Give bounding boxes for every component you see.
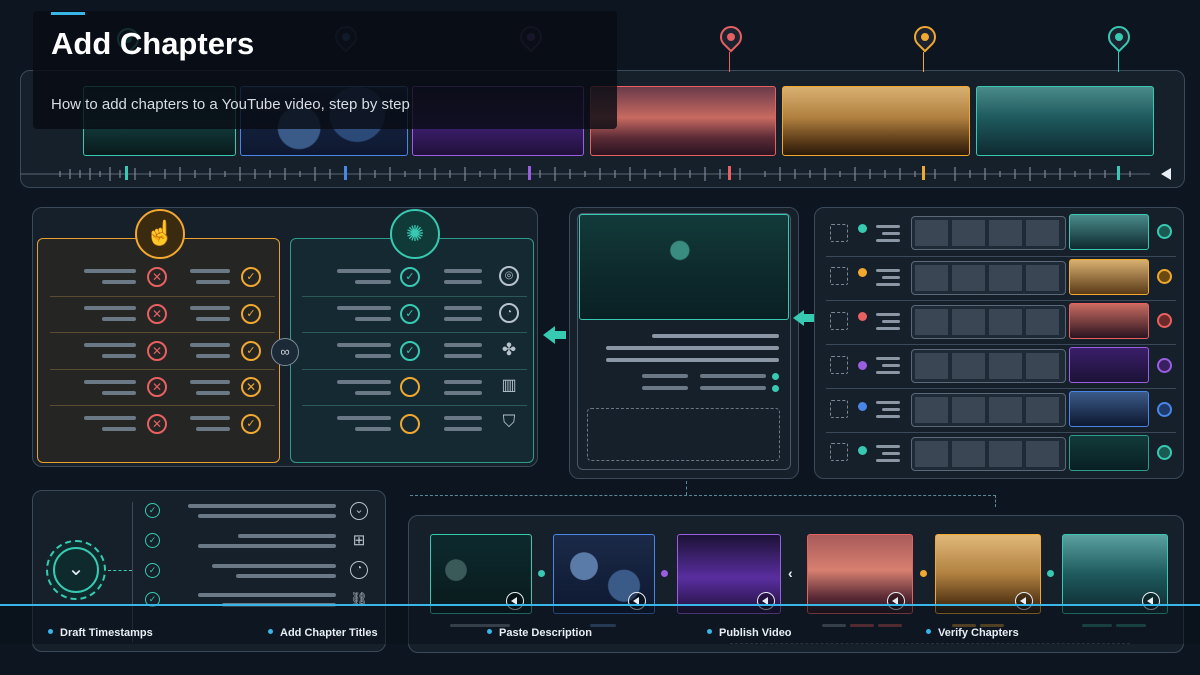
bullet-dot — [707, 629, 712, 634]
chapter-row-divider — [826, 388, 1176, 389]
clock-icon: ◔ — [350, 561, 368, 579]
timeline-tick[interactable] — [922, 166, 925, 180]
timeline-thumb-mountains[interactable] — [782, 86, 970, 156]
empty-circle-icon — [400, 377, 420, 397]
chapter-pin-orange[interactable] — [909, 21, 941, 53]
step-bar-bg — [0, 606, 1200, 644]
check-icon: ✓ — [145, 533, 160, 548]
step-publish-video: Publish Video — [707, 627, 792, 639]
preview-line — [606, 346, 779, 350]
check-icon: ✓ — [400, 267, 420, 287]
timeline-tick[interactable] — [344, 166, 347, 180]
chapter-row-divider — [826, 256, 1176, 257]
description-drop-zone[interactable] — [587, 408, 780, 461]
check-icon: ✓ — [241, 341, 261, 361]
bullet-dot — [926, 629, 931, 634]
step-verify-chapters: Verify Chapters — [926, 627, 1019, 639]
step-paste-description: Paste Description — [487, 627, 592, 639]
status-dot — [772, 385, 779, 392]
preview-line — [606, 358, 779, 362]
check-icon: ✓ — [241, 414, 261, 434]
flow-connector — [995, 495, 996, 507]
target-icon: ◎ — [499, 266, 519, 286]
clock-icon: ◔ — [499, 303, 519, 323]
timeline-tick[interactable] — [1117, 166, 1120, 180]
hierarchy-icon: ⊞ — [352, 532, 366, 549]
page-subtitle: How to add chapters to a YouTube video, … — [51, 96, 410, 113]
x-icon: ✕ — [241, 377, 261, 397]
pin-stem — [729, 52, 730, 72]
pin-stem — [923, 52, 924, 72]
x-icon: ✕ — [147, 304, 167, 324]
check-icon: ✓ — [241, 304, 261, 324]
preview-image[interactable] — [579, 214, 789, 320]
chapter-row-divider — [826, 432, 1176, 433]
chapter-row-divider — [826, 300, 1176, 301]
connector-dot — [1047, 570, 1054, 577]
timeline-tick[interactable] — [125, 166, 128, 180]
connector-line — [108, 570, 132, 571]
x-icon: ✕ — [147, 414, 167, 434]
check-icon: ✓ — [145, 563, 160, 578]
check-icon: ✓ — [241, 267, 261, 287]
timeline-tick[interactable] — [528, 166, 531, 180]
flow-connector — [410, 495, 996, 496]
flow-connector — [686, 481, 687, 495]
play-reverse-icon[interactable] — [1161, 168, 1171, 180]
preview-line — [642, 374, 688, 378]
preview-line — [652, 334, 779, 338]
puzzle-icon: ✤ — [501, 340, 517, 359]
check-icon: ✓ — [145, 503, 160, 518]
chevron-left-icon[interactable]: ‹ — [788, 565, 793, 581]
chapter-pin-teal-end[interactable] — [1103, 21, 1135, 53]
preview-line — [642, 386, 688, 390]
x-icon: ✕ — [147, 377, 167, 397]
check-icon: ✓ — [400, 341, 420, 361]
bullet-dot — [48, 629, 53, 634]
connector-dot — [920, 570, 927, 577]
pin-stem — [1118, 52, 1119, 72]
timeline-tick[interactable] — [728, 166, 731, 180]
connector-dot — [661, 570, 668, 577]
chapter-row-divider — [826, 344, 1176, 345]
link-icon[interactable]: ∞ — [271, 338, 299, 366]
empty-circle-icon — [400, 414, 420, 434]
step-add-chapter-titles: Add Chapter Titles — [268, 627, 378, 639]
hand-pointer-icon: ☝ — [135, 209, 185, 259]
connector-dot — [538, 570, 545, 577]
x-icon: ✕ — [147, 267, 167, 287]
header-accent-line — [51, 12, 85, 15]
chevron-down-icon: ⌄ — [53, 547, 99, 593]
bullet-dot — [487, 629, 492, 634]
timeline-thumb-valley[interactable] — [976, 86, 1154, 156]
step-draft-timestamps: Draft Timestamps — [48, 627, 153, 639]
bar-chart-icon: ▥ — [501, 377, 517, 394]
page-title: Add Chapters — [51, 26, 255, 61]
check-icon: ✓ — [400, 304, 420, 324]
status-dot — [772, 373, 779, 380]
brain-icon: ✺ — [390, 209, 440, 259]
audio-waveform — [20, 167, 1150, 181]
preview-line — [700, 386, 766, 390]
preview-line — [700, 374, 766, 378]
arrow-left-shaft — [554, 331, 566, 339]
chevron-down-icon[interactable]: ⌄ — [350, 502, 368, 520]
shield-icon: ⛉ — [502, 412, 516, 431]
timeline-thumb-city[interactable] — [590, 86, 776, 156]
x-icon: ✕ — [147, 341, 167, 361]
chapter-pin-red[interactable] — [715, 21, 747, 53]
bullet-dot — [268, 629, 273, 634]
